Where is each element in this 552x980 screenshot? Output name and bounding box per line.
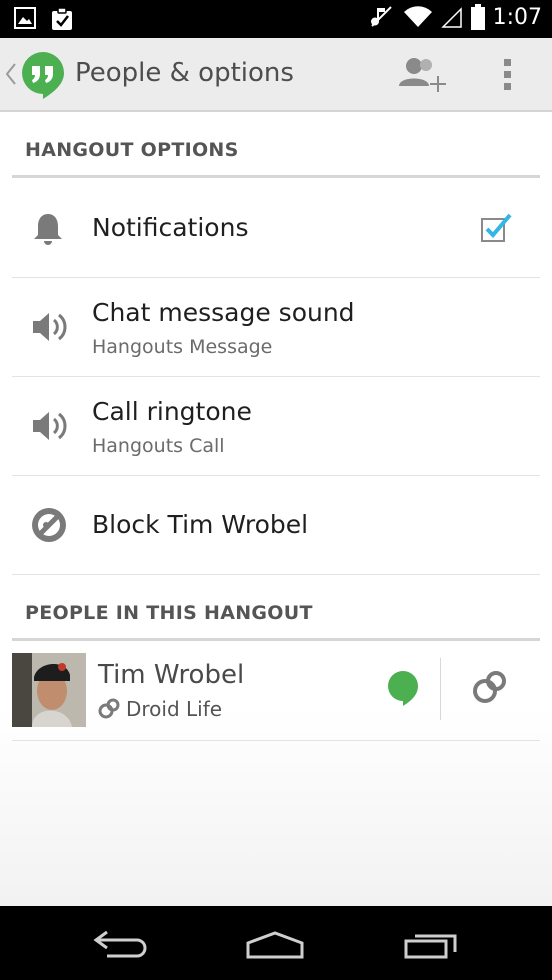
link-icon	[98, 698, 120, 719]
participant-row[interactable]: Tim Wrobel Droid Life	[12, 650, 540, 741]
section-header-hangout-options: HANGOUT OPTIONS	[12, 112, 540, 178]
participant-subtitle: Droid Life	[98, 697, 222, 721]
participant-name: Tim Wrobel	[98, 660, 245, 690]
status-bar: 1:07	[0, 0, 552, 38]
clipboard-check-icon	[52, 7, 72, 30]
page-title: People & options	[75, 58, 294, 88]
avatar	[12, 653, 86, 727]
notifications-checkbox[interactable]	[480, 213, 512, 243]
speaker-icon	[33, 313, 67, 341]
option-notifications[interactable]: Notifications	[12, 179, 540, 278]
option-block-user[interactable]: Block Tim Wrobel	[12, 476, 540, 575]
home-icon[interactable]	[245, 930, 305, 960]
up-caret-icon[interactable]	[5, 62, 17, 86]
battery-icon	[470, 4, 485, 30]
muted-icon	[370, 6, 392, 27]
option-title: Chat message sound	[92, 298, 355, 327]
signal-icon	[440, 7, 462, 28]
overflow-menu-icon[interactable]	[502, 58, 514, 92]
speaker-icon	[33, 412, 67, 440]
option-title: Notifications	[92, 213, 249, 242]
block-icon	[32, 508, 66, 542]
back-icon[interactable]	[93, 928, 149, 958]
option-chat-message-sound[interactable]: Chat message sound Hangouts Message	[12, 278, 540, 377]
section-header-label: HANGOUT OPTIONS	[25, 139, 239, 161]
content: HANGOUT OPTIONS Notifications Chat messa…	[0, 112, 552, 906]
section-header-label: PEOPLE IN THIS HANGOUT	[25, 602, 313, 624]
option-subtitle: Hangouts Call	[92, 435, 225, 457]
action-bar: People & options	[0, 38, 552, 112]
option-subtitle: Hangouts Message	[92, 336, 273, 358]
option-title: Call ringtone	[92, 397, 252, 426]
add-person-icon[interactable]	[396, 56, 450, 96]
link-icon[interactable]	[472, 670, 508, 706]
presence-icon	[388, 671, 418, 706]
option-call-ringtone[interactable]: Call ringtone Hangouts Call	[12, 377, 540, 476]
bell-icon	[34, 214, 62, 245]
picture-icon	[14, 7, 36, 29]
hangouts-logo-icon[interactable]	[20, 50, 66, 100]
divider	[440, 658, 441, 720]
avatar-photo	[12, 653, 86, 727]
participant-affiliation: Droid Life	[126, 697, 223, 721]
option-title: Block Tim Wrobel	[92, 510, 309, 539]
recents-icon[interactable]	[403, 930, 459, 960]
status-time: 1:07	[492, 4, 542, 30]
navigation-bar	[0, 906, 552, 980]
wifi-icon	[403, 6, 432, 28]
section-header-people: PEOPLE IN THIS HANGOUT	[12, 575, 540, 641]
